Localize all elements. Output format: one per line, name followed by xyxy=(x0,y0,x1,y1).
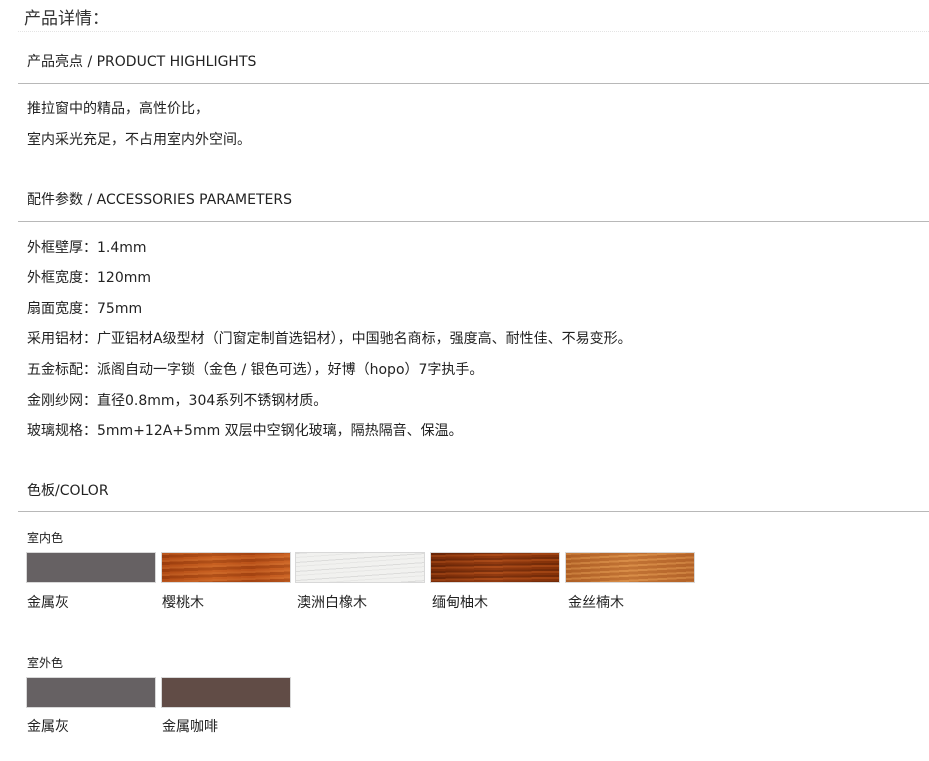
param-sash-width: 扇面宽度：75mm xyxy=(27,301,143,317)
swatch-name: 樱桃木 xyxy=(162,595,204,611)
param-hardware: 五金标配：派阁自动一字锁（金色 / 银色可选），好博（hopo）7字执手。 xyxy=(27,362,484,378)
param-glass: 玻璃规格：5mm+12A+5mm 双层中空钢化玻璃，隔热隔音、保温。 xyxy=(27,423,463,439)
color-heading: 色板/COLOR xyxy=(27,483,109,499)
swatch-indoor-cherry-wood[interactable] xyxy=(161,552,291,583)
highlight-line-1: 推拉窗中的精品，高性价比， xyxy=(27,101,209,117)
swatch-name: 金属灰 xyxy=(27,595,69,611)
param-frame-width: 外框宽度：120mm xyxy=(27,270,151,286)
product-detail-page: 产品详情： 产品亮点 / PRODUCT HIGHLIGHTS 推拉窗中的精品，… xyxy=(0,0,929,761)
swatch-name: 金丝楠木 xyxy=(568,595,624,611)
swatch-name: 澳洲白橡木 xyxy=(297,595,367,611)
param-aluminum: 采用铝材：广亚铝材A级型材（门窗定制首选铝材），中国驰名商标，强度高、耐性佳、不… xyxy=(27,331,632,347)
accessories-divider xyxy=(18,221,929,222)
swatch-indoor-burma-teak[interactable] xyxy=(430,552,560,583)
page-title: 产品详情： xyxy=(24,9,109,29)
swatch-name: 金属咖啡 xyxy=(162,719,218,735)
swatch-name: 金属灰 xyxy=(27,719,69,735)
swatch-outdoor-metal-coffee[interactable] xyxy=(161,677,291,708)
swatch-name: 缅甸柚木 xyxy=(432,595,488,611)
swatch-indoor-golden-nanmu[interactable] xyxy=(565,552,695,583)
highlights-heading: 产品亮点 / PRODUCT HIGHLIGHTS xyxy=(27,54,257,70)
param-screen: 金刚纱网：直径0.8mm，304系列不锈钢材质。 xyxy=(27,393,328,409)
outdoor-color-label: 室外色 xyxy=(27,656,64,670)
indoor-color-label: 室内色 xyxy=(27,531,64,545)
param-frame-thickness: 外框壁厚：1.4mm xyxy=(27,240,147,256)
swatch-indoor-metal-grey[interactable] xyxy=(26,552,156,583)
highlights-divider xyxy=(18,83,929,84)
title-divider xyxy=(18,31,929,32)
accessories-heading: 配件参数 / ACCESSORIES PARAMETERS xyxy=(27,192,292,208)
swatch-outdoor-metal-grey[interactable] xyxy=(26,677,156,708)
color-divider xyxy=(18,511,929,512)
swatch-indoor-white-oak[interactable] xyxy=(295,552,425,583)
highlight-line-2: 室内采光充足，不占用室内外空间。 xyxy=(27,132,251,148)
